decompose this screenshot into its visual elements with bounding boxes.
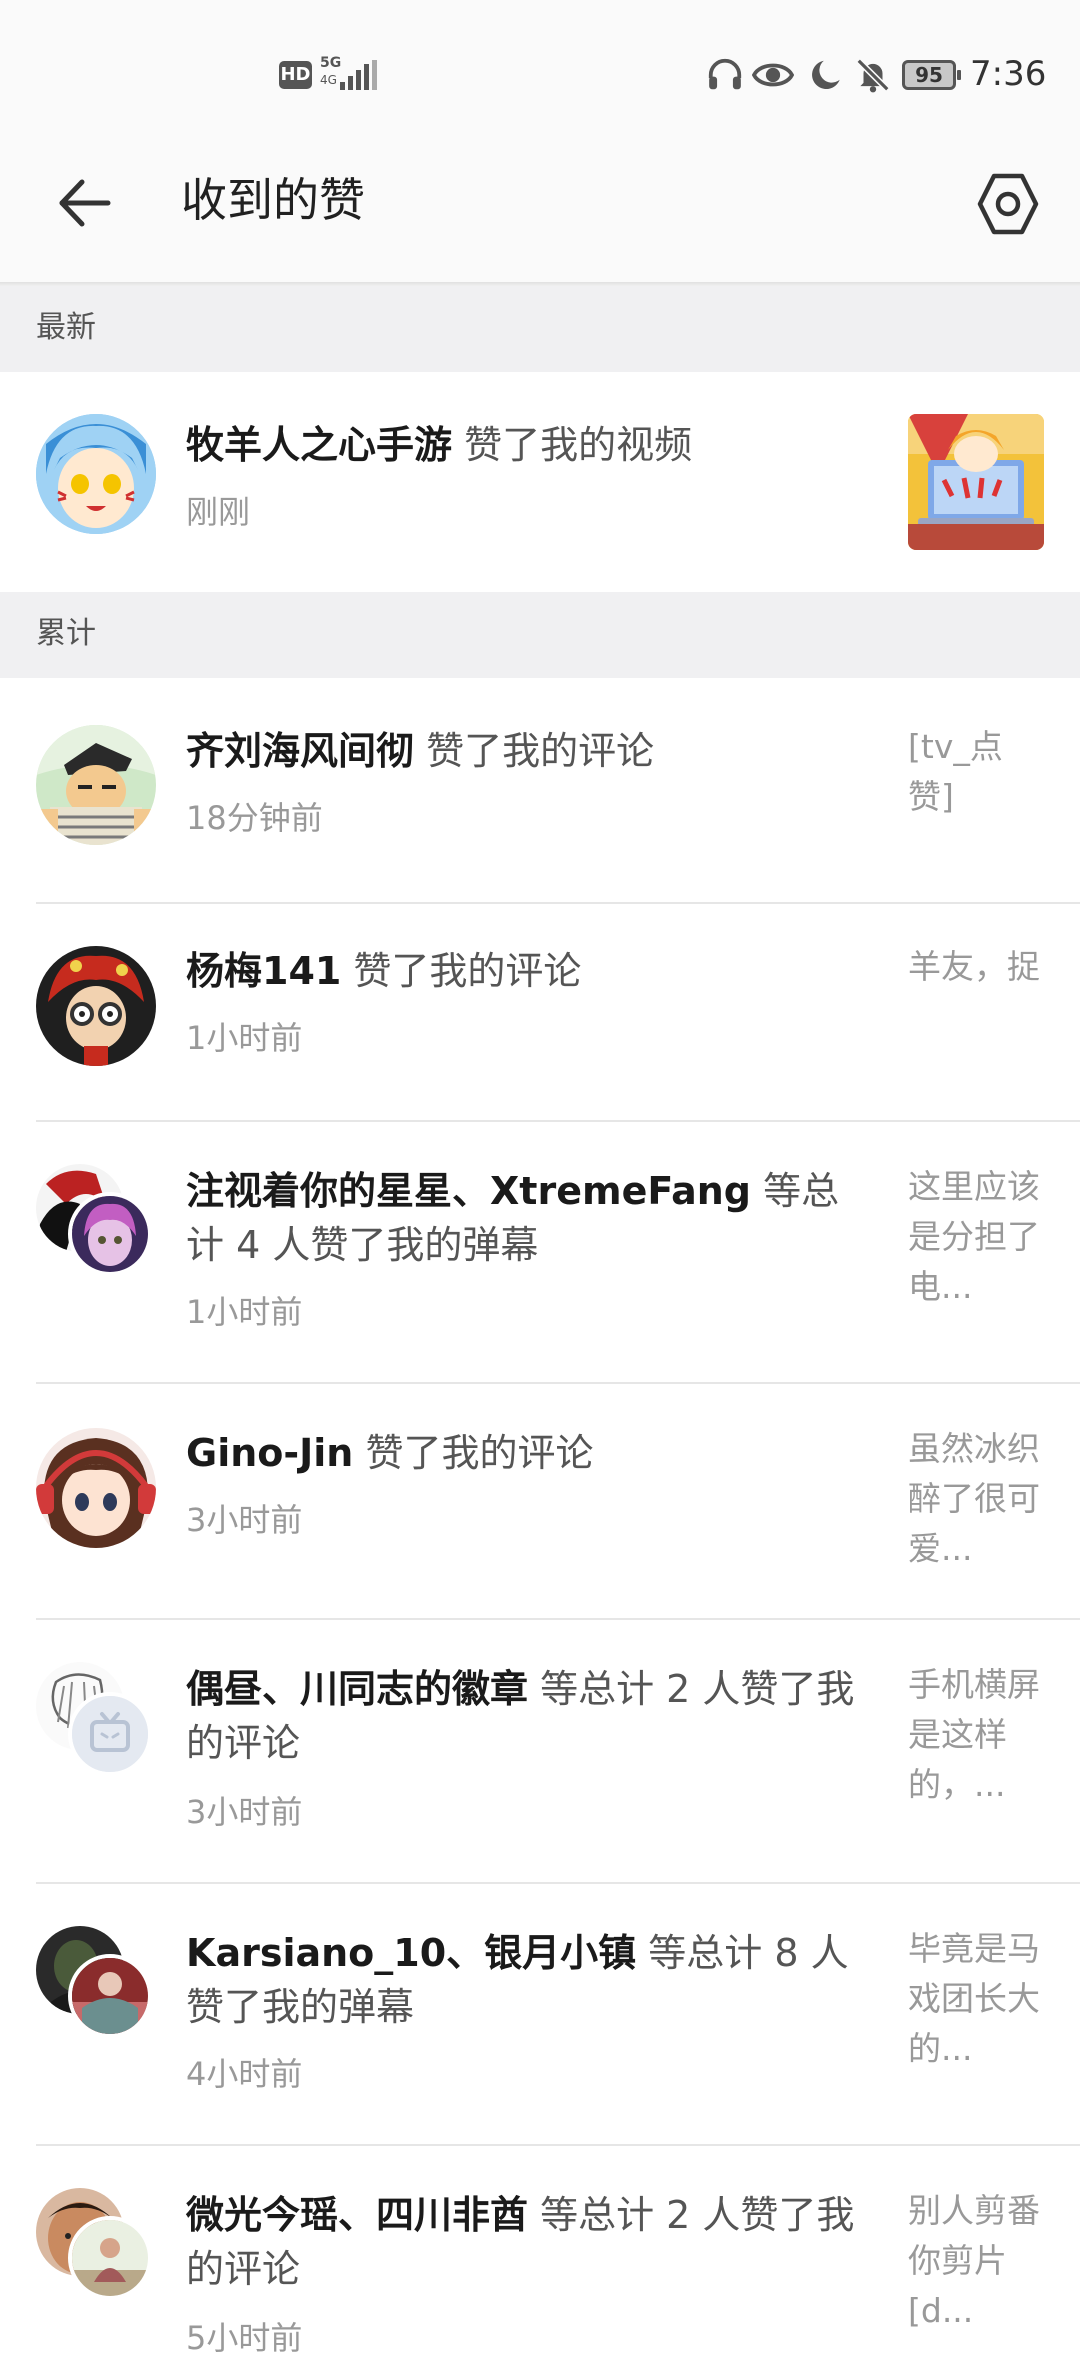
item-time: 3小时前	[186, 1793, 303, 1831]
video-thumbnail[interactable]	[908, 414, 1044, 550]
bell-off-icon	[856, 58, 890, 93]
like-item[interactable]: Gino-Jin 赞了我的评论 3小时前 虽然冰织醉了很可爱...	[0, 1384, 1080, 1620]
item-message: 偶昼、川同志的徽章 等总计 2 人赞了我的评论	[186, 1662, 876, 1770]
item-message: 齐刘海风间彻 赞了我的评论	[186, 724, 876, 778]
item-time: 1小时前	[186, 1019, 303, 1057]
avatar[interactable]	[68, 1192, 152, 1276]
page-title: 收到的赞	[181, 173, 365, 227]
section-label-latest: 最新	[36, 310, 96, 345]
like-item-latest[interactable]: 牧羊人之心手游 赞了我的视频 刚刚	[0, 372, 1080, 592]
arrow-left-icon	[59, 179, 111, 227]
item-time: 刚刚	[186, 493, 251, 531]
network-type-label: 5G	[320, 55, 342, 71]
avatar-image	[72, 2220, 148, 2296]
comment-preview[interactable]: [tv_点赞]	[908, 722, 1048, 822]
avatar[interactable]	[68, 1692, 152, 1776]
gear-icon	[977, 173, 1039, 235]
status-bar: HD 5G 4G 95 7:36	[0, 0, 1080, 150]
comment-preview[interactable]: 羊友，捉	[908, 942, 1048, 992]
item-time: 3小时前	[186, 1501, 303, 1539]
item-time: 5小时前	[186, 2319, 303, 2357]
signal-icon: 5G 4G	[320, 55, 377, 92]
comment-preview[interactable]: 毕竟是马戏团长大的...	[908, 1924, 1048, 2076]
section-header-latest: 最新	[0, 286, 1080, 372]
app-header: 收到的赞	[0, 150, 1080, 282]
back-button[interactable]	[50, 168, 120, 238]
item-message: 牧羊人之心手游 赞了我的视频	[186, 418, 876, 472]
hd-indicator: HD	[279, 61, 312, 89]
liker-names[interactable]: 偶昼、川同志的徽章	[186, 1667, 528, 1711]
liker-names[interactable]: 微光今瑶、四川非酋	[186, 2193, 528, 2237]
comment-preview[interactable]: 虽然冰织醉了很可爱...	[908, 1424, 1048, 1576]
liker-names[interactable]: Karsiano_10、银月小镇	[186, 1931, 636, 1975]
item-time: 1小时前	[186, 1293, 303, 1331]
moon-icon	[812, 60, 840, 90]
avatar-image	[72, 1958, 148, 2034]
item-message: Gino-Jin 赞了我的评论	[186, 1426, 876, 1480]
avatar[interactable]	[68, 2216, 152, 2300]
avatar-image	[36, 946, 156, 1066]
comment-preview[interactable]: 手机横屏是这样的，...	[908, 1660, 1048, 1812]
liker-names[interactable]: 齐刘海风间彻	[186, 729, 414, 773]
network-sub-label: 4G	[320, 73, 337, 87]
like-item[interactable]: Karsiano_10、银月小镇 等总计 8 人赞了我的弹幕 4小时前 毕竟是马…	[0, 1884, 1080, 2146]
like-item[interactable]: 偶昼、川同志的徽章 等总计 2 人赞了我的评论 3小时前 手机横屏是这样的，..…	[0, 1620, 1080, 1884]
avatar[interactable]	[68, 1954, 152, 2038]
like-action: 赞了我的视频	[452, 423, 693, 467]
settings-button[interactable]	[972, 168, 1044, 240]
thumbnail-image	[908, 414, 1044, 550]
like-item[interactable]: 齐刘海风间彻 赞了我的评论 18分钟前 [tv_点赞]	[0, 678, 1080, 904]
section-header-total: 累计	[0, 592, 1080, 678]
like-item[interactable]: 微光今瑶、四川非酋 等总计 2 人赞了我的评论 5小时前 别人剪番你剪片[d..…	[0, 2146, 1080, 2376]
comment-preview[interactable]: 别人剪番你剪片[d...	[908, 2186, 1048, 2338]
like-action: 赞了我的评论	[414, 729, 655, 773]
tv-icon	[72, 1696, 148, 1772]
comment-preview[interactable]: 这里应该是分担了电...	[908, 1162, 1048, 1314]
avatar-image	[36, 414, 156, 534]
eye-icon	[752, 63, 794, 87]
avatar-image	[72, 1196, 148, 1272]
clock: 7:36	[970, 54, 1047, 94]
item-time: 18分钟前	[186, 799, 323, 837]
item-message: 杨梅141 赞了我的评论	[186, 944, 876, 998]
headphones-icon	[708, 58, 742, 90]
battery-indicator: 95	[902, 60, 961, 90]
liker-names[interactable]: 杨梅141	[186, 949, 341, 993]
avatar[interactable]	[36, 1428, 156, 1548]
like-action: 赞了我的评论	[353, 1431, 594, 1475]
section-label-total: 累计	[36, 616, 96, 651]
liker-names[interactable]: 牧羊人之心手游	[186, 423, 452, 467]
liker-names[interactable]: 注视着你的星星、XtremeFang	[186, 1169, 751, 1213]
avatar-image	[36, 725, 156, 845]
like-item[interactable]: 杨梅141 赞了我的评论 1小时前 羊友，捉	[0, 904, 1080, 1122]
item-message: 微光今瑶、四川非酋 等总计 2 人赞了我的评论	[186, 2188, 876, 2296]
item-message: Karsiano_10、银月小镇 等总计 8 人赞了我的弹幕	[186, 1926, 876, 2034]
like-action: 赞了我的评论	[341, 949, 582, 993]
liker-names[interactable]: Gino-Jin	[186, 1431, 353, 1475]
item-message: 注视着你的星星、XtremeFang 等总计 4 人赞了我的弹幕	[186, 1164, 876, 1272]
avatar[interactable]	[36, 414, 156, 534]
like-item[interactable]: 注视着你的星星、XtremeFang 等总计 4 人赞了我的弹幕 1小时前 这里…	[0, 1122, 1080, 1384]
avatar-image	[36, 1428, 156, 1548]
avatar[interactable]	[36, 725, 156, 845]
item-time: 4小时前	[186, 2055, 303, 2093]
avatar[interactable]	[36, 946, 156, 1066]
